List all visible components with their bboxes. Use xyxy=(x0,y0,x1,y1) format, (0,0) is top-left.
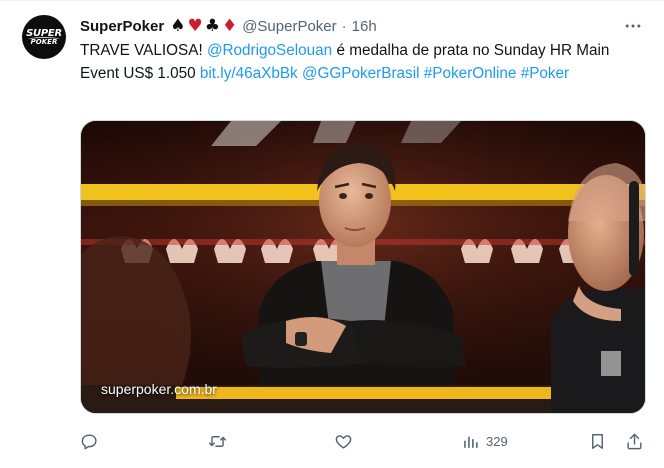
like-button[interactable] xyxy=(334,427,353,455)
tweet-text-part: TRAVE VALIOSA! xyxy=(80,42,207,59)
share-icon xyxy=(627,433,642,449)
tweet-photo[interactable]: superpoker.com.br xyxy=(80,120,646,414)
views-icon xyxy=(464,436,478,448)
url-link[interactable]: bit.ly/46aXbBk xyxy=(200,65,298,82)
views-count: 329 xyxy=(486,433,508,449)
mention-link-brand[interactable]: @GGPokerBrasil xyxy=(302,65,420,82)
avatar-logo-text-bottom: POKER xyxy=(30,38,58,46)
bookmark-button[interactable] xyxy=(588,427,607,455)
header-separator: · xyxy=(341,17,347,35)
tweet-text: TRAVE VALIOSA! @RodrigoSelouan é medalha… xyxy=(80,39,646,85)
reply-button[interactable] xyxy=(80,427,99,455)
author-avatar[interactable]: SUPER POKER xyxy=(22,15,66,59)
author-name-suits: ♠ ♥ ♣ ♦ xyxy=(170,15,238,36)
diamond-icon: ♦ xyxy=(221,15,238,36)
tweet-header: SuperPoker ♠ ♥ ♣ ♦ @SuperPoker · 16h xyxy=(80,15,377,37)
author-name[interactable]: SuperPoker xyxy=(80,18,164,35)
like-icon xyxy=(335,434,352,449)
poker-player-photo xyxy=(81,121,645,413)
club-icon: ♣ xyxy=(204,15,220,36)
reply-icon xyxy=(81,433,97,449)
spade-icon: ♠ xyxy=(170,15,186,36)
hashtag-link[interactable]: #Poker xyxy=(521,65,569,82)
author-handle[interactable]: @SuperPoker xyxy=(242,18,336,35)
views-button[interactable]: 329 xyxy=(461,427,508,455)
more-icon xyxy=(625,24,641,28)
share-button[interactable] xyxy=(625,427,644,455)
tweet-card[interactable]: SUPER POKER SuperPoker ♠ ♥ ♣ ♦ @SuperPok… xyxy=(0,0,664,468)
photo-watermark: superpoker.com.br xyxy=(101,381,217,397)
retweet-button[interactable] xyxy=(208,427,227,455)
tweet-actions-bar: 329 xyxy=(80,427,646,455)
more-options-button[interactable] xyxy=(622,15,644,37)
tweet-timestamp[interactable]: 16h xyxy=(352,18,377,35)
bookmark-icon xyxy=(592,433,603,449)
heart-icon: ♥ xyxy=(187,15,203,36)
mention-link-player[interactable]: @RodrigoSelouan xyxy=(207,42,332,59)
hashtag-link[interactable]: #PokerOnline xyxy=(424,65,517,82)
retweet-icon xyxy=(208,435,227,447)
